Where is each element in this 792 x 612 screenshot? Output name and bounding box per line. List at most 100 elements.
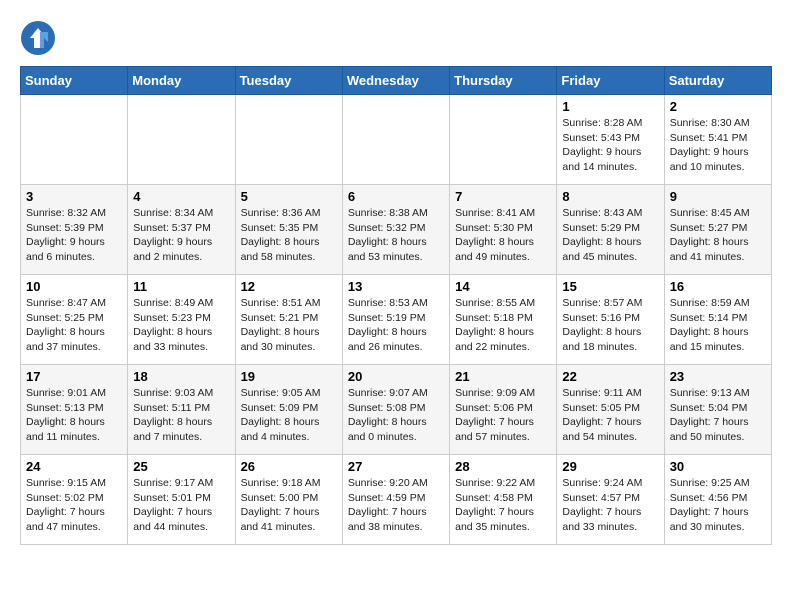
calendar-cell [342, 95, 449, 185]
day-number: 10 [26, 279, 122, 294]
calendar-header-sunday: Sunday [21, 67, 128, 95]
day-number: 16 [670, 279, 766, 294]
day-info: Sunrise: 9:05 AM Sunset: 5:09 PM Dayligh… [241, 386, 337, 445]
calendar-cell: 6 Sunrise: 8:38 AM Sunset: 5:32 PM Daylig… [342, 185, 449, 275]
calendar-cell: 11 Sunrise: 8:49 AM Sunset: 5:23 PM Dayli… [128, 275, 235, 365]
day-info: Sunrise: 9:24 AM Sunset: 4:57 PM Dayligh… [562, 476, 658, 535]
day-info: Sunrise: 8:59 AM Sunset: 5:14 PM Dayligh… [670, 296, 766, 355]
day-info: Sunrise: 9:03 AM Sunset: 5:11 PM Dayligh… [133, 386, 229, 445]
day-number: 1 [562, 99, 658, 114]
day-info: Sunrise: 8:41 AM Sunset: 5:30 PM Dayligh… [455, 206, 551, 265]
calendar-header-tuesday: Tuesday [235, 67, 342, 95]
calendar-header-row: SundayMondayTuesdayWednesdayThursdayFrid… [21, 67, 772, 95]
day-number: 4 [133, 189, 229, 204]
calendar-cell: 28 Sunrise: 9:22 AM Sunset: 4:58 PM Dayli… [450, 455, 557, 545]
day-info: Sunrise: 8:36 AM Sunset: 5:35 PM Dayligh… [241, 206, 337, 265]
calendar-cell: 7 Sunrise: 8:41 AM Sunset: 5:30 PM Daylig… [450, 185, 557, 275]
page-header [20, 20, 772, 56]
calendar-cell: 10 Sunrise: 8:47 AM Sunset: 5:25 PM Dayli… [21, 275, 128, 365]
calendar-week-row: 10 Sunrise: 8:47 AM Sunset: 5:25 PM Dayli… [21, 275, 772, 365]
day-info: Sunrise: 9:01 AM Sunset: 5:13 PM Dayligh… [26, 386, 122, 445]
calendar-cell: 29Sunrise: 9:24 AM Sunset: 4:57 PM Dayli… [557, 455, 664, 545]
day-number: 20 [348, 369, 444, 384]
calendar-week-row: 1 Sunrise: 8:28 AM Sunset: 5:43 PM Daylig… [21, 95, 772, 185]
calendar-cell: 12Sunrise: 8:51 AM Sunset: 5:21 PM Dayli… [235, 275, 342, 365]
calendar-cell: 5 Sunrise: 8:36 AM Sunset: 5:35 PM Daylig… [235, 185, 342, 275]
logo [20, 20, 62, 56]
day-info: Sunrise: 8:45 AM Sunset: 5:27 PM Dayligh… [670, 206, 766, 265]
calendar-cell: 20 Sunrise: 9:07 AM Sunset: 5:08 PM Dayli… [342, 365, 449, 455]
day-info: Sunrise: 8:32 AM Sunset: 5:39 PM Dayligh… [26, 206, 122, 265]
day-number: 14 [455, 279, 551, 294]
day-info: Sunrise: 8:38 AM Sunset: 5:32 PM Dayligh… [348, 206, 444, 265]
day-info: Sunrise: 9:17 AM Sunset: 5:01 PM Dayligh… [133, 476, 229, 535]
day-number: 6 [348, 189, 444, 204]
calendar-cell: 17 Sunrise: 9:01 AM Sunset: 5:13 PM Dayli… [21, 365, 128, 455]
day-info: Sunrise: 8:30 AM Sunset: 5:41 PM Dayligh… [670, 116, 766, 175]
calendar-header-friday: Friday [557, 67, 664, 95]
calendar-cell [128, 95, 235, 185]
day-number: 11 [133, 279, 229, 294]
calendar-cell: 15 Sunrise: 8:57 AM Sunset: 5:16 PM Dayli… [557, 275, 664, 365]
calendar-cell: 21 Sunrise: 9:09 AM Sunset: 5:06 PM Dayli… [450, 365, 557, 455]
calendar-cell: 13 Sunrise: 8:53 AM Sunset: 5:19 PM Dayli… [342, 275, 449, 365]
day-info: Sunrise: 8:49 AM Sunset: 5:23 PM Dayligh… [133, 296, 229, 355]
day-number: 23 [670, 369, 766, 384]
day-info: Sunrise: 8:57 AM Sunset: 5:16 PM Dayligh… [562, 296, 658, 355]
day-number: 27 [348, 459, 444, 474]
calendar-cell: 26 Sunrise: 9:18 AM Sunset: 5:00 PM Dayli… [235, 455, 342, 545]
calendar-header-saturday: Saturday [664, 67, 771, 95]
day-number: 13 [348, 279, 444, 294]
day-number: 15 [562, 279, 658, 294]
day-info: Sunrise: 9:18 AM Sunset: 5:00 PM Dayligh… [241, 476, 337, 535]
day-info: Sunrise: 8:53 AM Sunset: 5:19 PM Dayligh… [348, 296, 444, 355]
day-number: 26 [241, 459, 337, 474]
calendar-cell: 3Sunrise: 8:32 AM Sunset: 5:39 PM Daylig… [21, 185, 128, 275]
calendar-cell [21, 95, 128, 185]
calendar-week-row: 3Sunrise: 8:32 AM Sunset: 5:39 PM Daylig… [21, 185, 772, 275]
day-info: Sunrise: 9:15 AM Sunset: 5:02 PM Dayligh… [26, 476, 122, 535]
calendar-header-monday: Monday [128, 67, 235, 95]
day-number: 28 [455, 459, 551, 474]
calendar-cell [235, 95, 342, 185]
day-number: 7 [455, 189, 551, 204]
day-number: 24 [26, 459, 122, 474]
day-info: Sunrise: 8:51 AM Sunset: 5:21 PM Dayligh… [241, 296, 337, 355]
day-number: 2 [670, 99, 766, 114]
day-number: 9 [670, 189, 766, 204]
calendar-cell: 24 Sunrise: 9:15 AM Sunset: 5:02 PM Dayli… [21, 455, 128, 545]
calendar-cell: 19Sunrise: 9:05 AM Sunset: 5:09 PM Dayli… [235, 365, 342, 455]
day-info: Sunrise: 9:22 AM Sunset: 4:58 PM Dayligh… [455, 476, 551, 535]
calendar-cell: 22 Sunrise: 9:11 AM Sunset: 5:05 PM Dayli… [557, 365, 664, 455]
day-info: Sunrise: 9:25 AM Sunset: 4:56 PM Dayligh… [670, 476, 766, 535]
calendar-cell: 8Sunrise: 8:43 AM Sunset: 5:29 PM Daylig… [557, 185, 664, 275]
day-number: 25 [133, 459, 229, 474]
calendar-cell: 4 Sunrise: 8:34 AM Sunset: 5:37 PM Daylig… [128, 185, 235, 275]
calendar-cell: 2 Sunrise: 8:30 AM Sunset: 5:41 PM Daylig… [664, 95, 771, 185]
day-info: Sunrise: 9:13 AM Sunset: 5:04 PM Dayligh… [670, 386, 766, 445]
calendar-cell: 25 Sunrise: 9:17 AM Sunset: 5:01 PM Dayli… [128, 455, 235, 545]
calendar-week-row: 17 Sunrise: 9:01 AM Sunset: 5:13 PM Dayli… [21, 365, 772, 455]
day-info: Sunrise: 9:11 AM Sunset: 5:05 PM Dayligh… [562, 386, 658, 445]
day-info: Sunrise: 9:07 AM Sunset: 5:08 PM Dayligh… [348, 386, 444, 445]
day-number: 18 [133, 369, 229, 384]
day-number: 21 [455, 369, 551, 384]
calendar-cell: 27 Sunrise: 9:20 AM Sunset: 4:59 PM Dayli… [342, 455, 449, 545]
day-info: Sunrise: 8:43 AM Sunset: 5:29 PM Dayligh… [562, 206, 658, 265]
day-info: Sunrise: 8:47 AM Sunset: 5:25 PM Dayligh… [26, 296, 122, 355]
day-info: Sunrise: 8:55 AM Sunset: 5:18 PM Dayligh… [455, 296, 551, 355]
day-info: Sunrise: 8:34 AM Sunset: 5:37 PM Dayligh… [133, 206, 229, 265]
calendar-cell: 30Sunrise: 9:25 AM Sunset: 4:56 PM Dayli… [664, 455, 771, 545]
day-number: 22 [562, 369, 658, 384]
calendar-cell: 14 Sunrise: 8:55 AM Sunset: 5:18 PM Dayli… [450, 275, 557, 365]
calendar-cell: 23 Sunrise: 9:13 AM Sunset: 5:04 PM Dayli… [664, 365, 771, 455]
calendar-cell [450, 95, 557, 185]
calendar-header-thursday: Thursday [450, 67, 557, 95]
calendar-cell: 9 Sunrise: 8:45 AM Sunset: 5:27 PM Daylig… [664, 185, 771, 275]
day-info: Sunrise: 9:09 AM Sunset: 5:06 PM Dayligh… [455, 386, 551, 445]
day-info: Sunrise: 9:20 AM Sunset: 4:59 PM Dayligh… [348, 476, 444, 535]
day-info: Sunrise: 8:28 AM Sunset: 5:43 PM Dayligh… [562, 116, 658, 175]
day-number: 5 [241, 189, 337, 204]
day-number: 17 [26, 369, 122, 384]
calendar-cell: 1 Sunrise: 8:28 AM Sunset: 5:43 PM Daylig… [557, 95, 664, 185]
